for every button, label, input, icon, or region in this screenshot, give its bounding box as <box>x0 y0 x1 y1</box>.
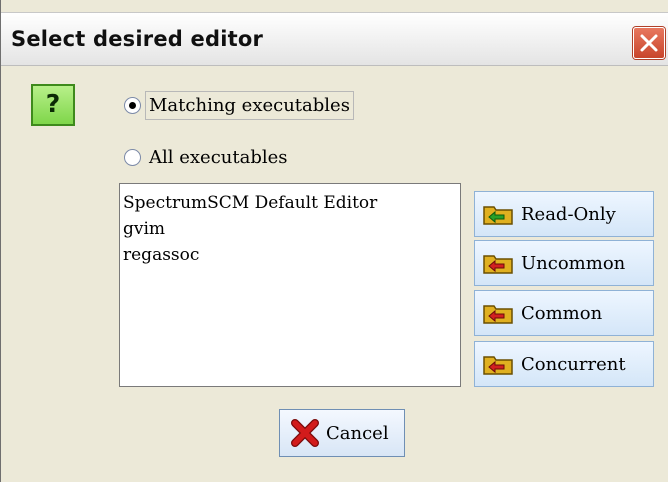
question-icon: ? <box>31 84 75 126</box>
folder-red-arrow-icon <box>483 356 513 375</box>
red-x-icon <box>291 419 319 447</box>
cancel-label: Cancel <box>326 422 389 444</box>
uncommon-button[interactable]: Uncommon <box>474 240 654 286</box>
radio-button-unchecked[interactable] <box>124 148 141 166</box>
dialog-window: Select desired editor ? Matching executa… <box>0 0 668 482</box>
radio-all-label: All executables <box>149 146 288 168</box>
concurrent-label: Concurrent <box>521 353 626 375</box>
concurrent-button[interactable]: Concurrent <box>474 341 654 387</box>
radio-matching-executables[interactable]: Matching executables <box>124 90 354 120</box>
read-only-label: Read-Only <box>521 203 616 225</box>
close-icon <box>640 34 658 52</box>
uncommon-label: Uncommon <box>521 252 626 274</box>
question-glyph: ? <box>45 89 61 118</box>
radio-matching-label: Matching executables <box>145 90 354 120</box>
list-item[interactable]: regassoc <box>123 242 460 268</box>
folder-red-arrow-icon <box>483 305 513 324</box>
list-item[interactable]: SpectrumSCM Default Editor <box>123 190 460 216</box>
common-label: Common <box>521 302 603 324</box>
cancel-button[interactable]: Cancel <box>279 409 405 457</box>
radio-button-checked[interactable] <box>124 96 141 114</box>
title-bar[interactable]: Select desired editor <box>1 12 668 66</box>
window-title: Select desired editor <box>11 27 264 51</box>
radio-all-executables[interactable]: All executables <box>124 142 288 172</box>
folder-green-arrow-icon <box>483 206 513 225</box>
read-only-button[interactable]: Read-Only <box>474 191 654 237</box>
folder-red-arrow-icon <box>483 255 513 274</box>
list-item[interactable]: gvim <box>123 216 460 242</box>
common-button[interactable]: Common <box>474 290 654 336</box>
editor-list[interactable]: SpectrumSCM Default Editor gvim regassoc <box>119 183 461 387</box>
close-button[interactable] <box>633 27 665 59</box>
